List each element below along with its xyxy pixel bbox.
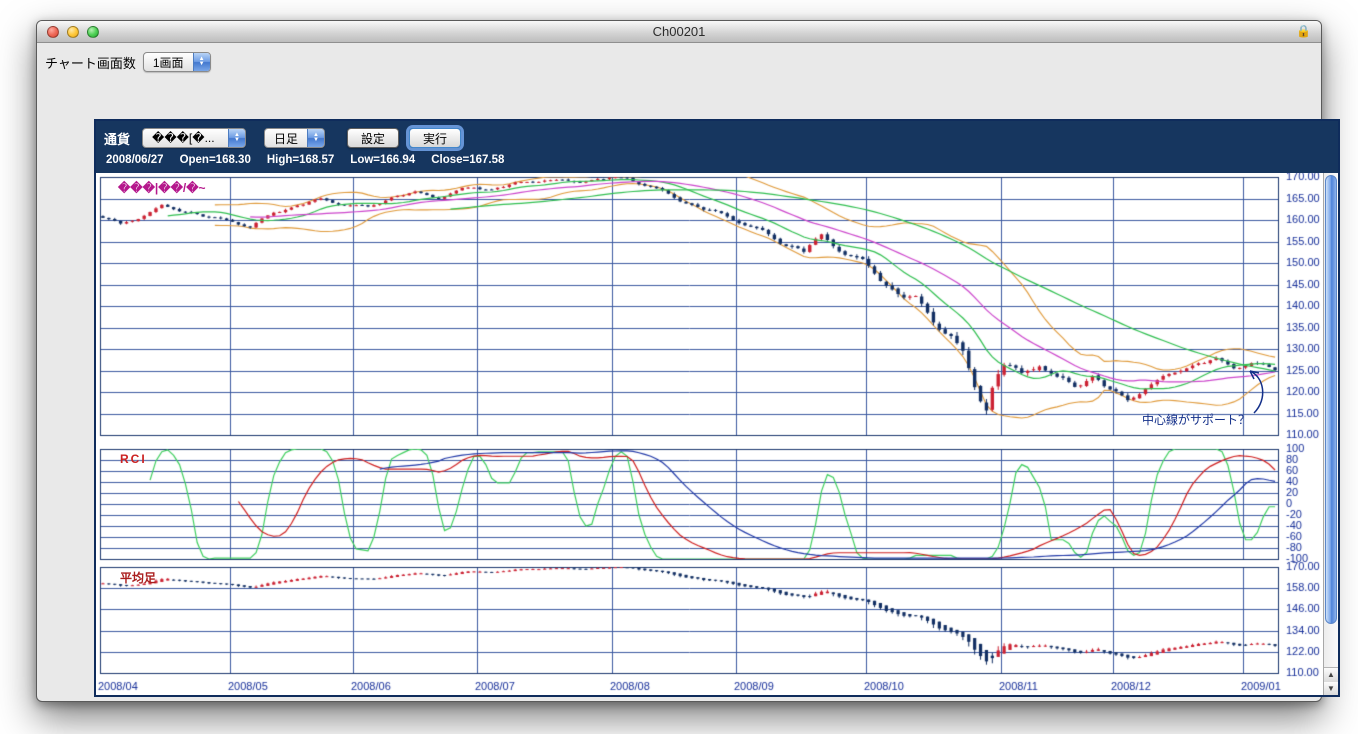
currency-pair-select[interactable]: ���[�... ▲ ▼	[142, 128, 247, 148]
desktop: Ch00201 🔒 チャート画面数 1画面 ▲ ▼ 通貨 ���[�... ▲ ▼	[0, 0, 1358, 734]
scrollbar-arrows: ▲ ▼	[1324, 667, 1338, 695]
app-window: Ch00201 🔒 チャート画面数 1画面 ▲ ▼ 通貨 ���[�... ▲ ▼	[36, 20, 1340, 702]
chart-body: ���|��/�~ RCI 平均足 中心線がサポート？ ▲ ▼	[96, 173, 1338, 695]
lock-icon: 🔒	[1296, 24, 1311, 38]
plot-region: ���|��/�~ RCI 平均足 中心線がサポート？	[96, 173, 1323, 695]
currency-label: 通貨	[104, 131, 131, 147]
vertical-scrollbar[interactable]: ▲ ▼	[1323, 173, 1338, 695]
stepper-icon: ▲ ▼	[228, 129, 246, 147]
scroll-up-button[interactable]: ▲	[1324, 668, 1338, 682]
window-title: Ch00201	[652, 24, 706, 39]
scroll-down-button[interactable]: ▼	[1324, 681, 1338, 695]
info-date: 2008/06/27	[106, 154, 164, 166]
stepper-icon: ▲ ▼	[307, 129, 325, 147]
info-open: Open=168.30	[179, 154, 251, 166]
screens-label: チャート画面数	[45, 55, 136, 71]
info-low: Low=166.94	[350, 154, 416, 166]
timeframe-value: 日足	[274, 131, 299, 146]
zoom-button[interactable]	[87, 26, 99, 38]
currency-pair-value: ���[�...	[152, 131, 215, 145]
settings-button[interactable]: 設定	[347, 128, 400, 148]
chart-header: 通貨 ���[�... ▲ ▼ 日足 ▲ ▼ 設定 実行 2008/06/27 Op…	[96, 121, 1338, 173]
timeframe-select[interactable]: 日足 ▲ ▼	[264, 128, 326, 148]
screens-select[interactable]: 1画面 ▲ ▼	[142, 52, 211, 72]
ohlc-info: 2008/06/27 Open=168.30 High=168.57 Low=1…	[104, 151, 1330, 166]
titlebar[interactable]: Ch00201 🔒	[37, 21, 1321, 43]
info-close: Close=167.58	[431, 154, 505, 166]
info-high: High=168.57	[266, 154, 335, 166]
chart-frame: 通貨 ���[�... ▲ ▼ 日足 ▲ ▼ 設定 実行 2008/06/27 Op…	[94, 119, 1340, 697]
run-button[interactable]: 実行	[409, 128, 462, 148]
chart-canvas	[96, 173, 1323, 695]
screens-toolbar: チャート画面数 1画面 ▲ ▼	[37, 43, 1321, 72]
screens-select-value: 1画面	[152, 55, 184, 70]
minimize-button[interactable]	[67, 26, 79, 38]
stepper-icon: ▲ ▼	[192, 53, 210, 71]
scrollbar-thumb[interactable]	[1325, 175, 1337, 624]
window-controls	[47, 26, 99, 38]
close-button[interactable]	[47, 26, 59, 38]
